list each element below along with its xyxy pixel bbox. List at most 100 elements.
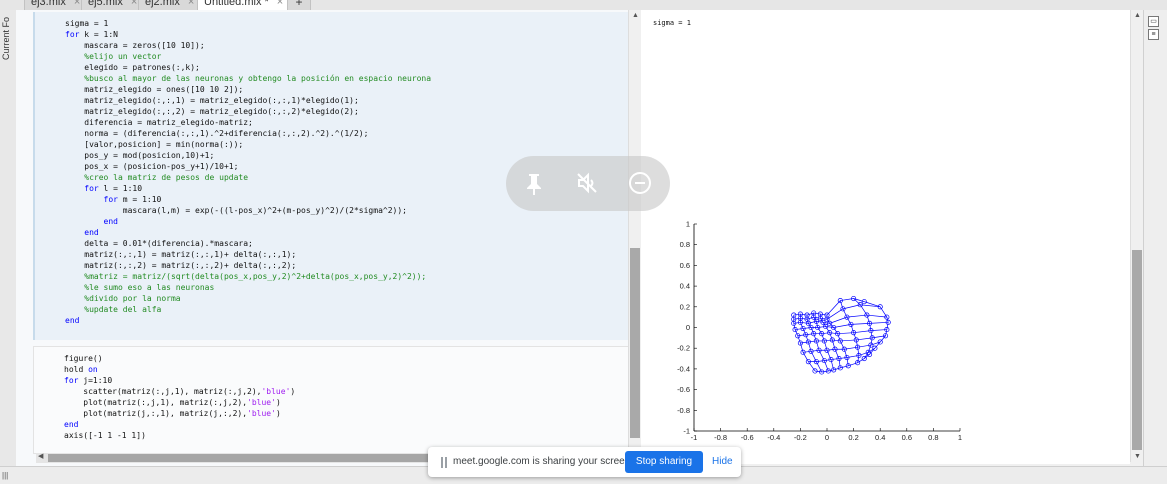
code-line[interactable]: for l = 1:10 (65, 183, 431, 194)
code-line[interactable]: for m = 1:10 (65, 194, 431, 205)
code-line[interactable]: plot(matriz(:,j,1), matriz(:,j,2),'blue'… (64, 397, 295, 408)
editor-vertical-scrollbar[interactable]: ▲ ▼ (628, 10, 641, 462)
code-line[interactable]: %le sumo eso a las neuronas (65, 282, 431, 293)
x-tick-label: -1 (691, 433, 698, 442)
code-block[interactable]: figure() hold on for j=1:10 scatter(matriz… (64, 353, 295, 441)
code-line[interactable]: for k = 1:N (65, 29, 431, 40)
current-folder-label: Current Fo (1, 16, 11, 60)
code-line[interactable]: matriz(:,:,1) = matriz(:,:,1)+ delta(:,:… (65, 249, 431, 260)
screen-share-bar: meet.google.com is sharing your screen. … (428, 447, 741, 477)
expand-icon[interactable]: ▭ (1148, 16, 1159, 27)
code-line[interactable]: matriz_elegido(:,:,1) = matriz_elegido(:… (65, 95, 431, 106)
series-line (797, 329, 887, 337)
remove-circle-icon[interactable] (626, 169, 654, 197)
x-tick-label: 0.4 (875, 433, 885, 442)
right-toolbar: ▭ ≡ (1143, 10, 1167, 466)
tab-label: ej3.mlx (31, 0, 66, 8)
tab-label: ej5.mlx (88, 0, 123, 8)
output-vertical-scrollbar[interactable]: ▲ ▼ (1130, 10, 1143, 462)
meet-floating-controls (506, 156, 670, 211)
share-message: meet.google.com is sharing your screen. (453, 456, 634, 467)
x-tick-label: 0 (825, 433, 829, 442)
code-line[interactable]: pos_y = mod(posicion,10)+1; (65, 150, 431, 161)
tab-untitled[interactable]: Untitled.mlx * × (197, 0, 291, 10)
output-panel: sigma = 1 -1 -0.8 -0.6 -0.4 -0.2 0 0.2 0.4 0.6 0.… (641, 10, 1130, 464)
scroll-thumb[interactable] (1132, 250, 1142, 450)
tab-label: Untitled.mlx * (204, 0, 269, 8)
code-line[interactable]: plot(matriz(j,:,1), matriz(j,:,2),'blue'… (64, 408, 295, 419)
code-line[interactable]: %creo la matriz de pesos de update (65, 172, 431, 183)
code-line[interactable]: [valor,posicion] = min(norma(:)); (65, 139, 431, 150)
scroll-up-icon[interactable]: ▲ (632, 12, 639, 19)
code-line[interactable]: %busco al mayor de las neuronas y obteng… (65, 73, 431, 84)
code-line[interactable]: mascara = zeros([10 10]); (65, 40, 431, 51)
close-icon[interactable]: × (188, 0, 194, 8)
y-tick-label: -0.8 (677, 406, 690, 415)
y-tick-label: 0.2 (680, 302, 690, 311)
code-line[interactable]: end (65, 315, 431, 326)
series-line (839, 300, 860, 363)
series-line (793, 315, 816, 372)
x-tick-label: -0.4 (767, 433, 780, 442)
code-line[interactable]: figure() (64, 353, 295, 364)
live-editor[interactable]: sigma = 1 for k = 1:N mascara = zeros([10… (16, 10, 641, 466)
status-indicator: ||| (2, 471, 9, 480)
scroll-left-icon[interactable]: ◀ (38, 452, 43, 460)
close-icon[interactable]: × (131, 0, 137, 8)
close-icon[interactable]: × (74, 0, 80, 8)
code-line[interactable]: end (65, 227, 431, 238)
x-tick-label: -0.8 (714, 433, 727, 442)
stop-sharing-button[interactable]: Stop sharing (625, 451, 703, 473)
tab-ej2[interactable]: ej2.mlx × (138, 0, 202, 10)
new-tab-button[interactable]: + (287, 0, 311, 10)
y-tick-label: -0.4 (677, 364, 690, 373)
x-tick-label: 0.8 (928, 433, 938, 442)
code-line[interactable]: %divido por la norma (65, 293, 431, 304)
code-cell-2[interactable]: figure() hold on for j=1:10 scatter(matriz… (33, 346, 633, 454)
code-block[interactable]: sigma = 1 for k = 1:N mascara = zeros([10… (65, 18, 431, 326)
speaker-muted-icon[interactable] (573, 169, 601, 197)
som-plot[interactable]: -1 -0.8 -0.6 -0.4 -0.2 0 0.2 0.4 0.6 0.8 1 -1 -0.8 -0… (641, 10, 1130, 464)
code-line[interactable]: mascara(l,m) = exp(-((l-pos_x)^2+(m-pos_… (65, 205, 431, 216)
y-tick-label: 0.4 (680, 282, 690, 291)
code-line[interactable]: diferencia = matriz_elegido-matriz; (65, 117, 431, 128)
code-line[interactable]: delta = 0.01*(diferencia).*mascara; (65, 238, 431, 249)
y-tick-label: -0.2 (677, 344, 690, 353)
code-line[interactable]: matriz_elegido(:,:,2) = matriz_elegido(:… (65, 106, 431, 117)
tab-ej5[interactable]: ej5.mlx × (81, 0, 145, 10)
tab-ej3[interactable]: ej3.mlx × (24, 0, 88, 10)
collapse-icon[interactable]: ≡ (1148, 29, 1159, 40)
y-tick-label: 0.6 (680, 261, 690, 270)
code-line[interactable]: end (64, 419, 295, 430)
code-line[interactable]: %update del alfa (65, 304, 431, 315)
code-line[interactable]: norma = (diferencia(:,:,1).^2+diferencia… (65, 128, 431, 139)
pin-icon[interactable] (520, 169, 548, 197)
code-line[interactable]: pos_x = (posicion-pos_y+1)/10+1; (65, 161, 431, 172)
scroll-down-icon[interactable]: ▼ (1134, 453, 1141, 460)
y-tick-label: 0 (686, 323, 690, 332)
code-line[interactable]: for j=1:10 (64, 375, 295, 386)
x-tick-label: 1 (958, 433, 962, 442)
code-line[interactable]: matriz_elegido = ones([10 10 2]); (65, 84, 431, 95)
y-tick-label: 0.8 (680, 240, 690, 249)
scroll-up-icon[interactable]: ▲ (1134, 12, 1141, 19)
code-line[interactable]: elegido = patrones(:,k); (65, 62, 431, 73)
code-line[interactable]: axis([-1 1 -1 1]) (64, 430, 295, 441)
close-icon[interactable]: × (277, 0, 283, 8)
drag-handle-icon[interactable] (441, 457, 447, 468)
tab-label: ej2.mlx (145, 0, 180, 8)
code-line[interactable]: %matriz = matriz/(sqrt(delta(pos_x,pos_y… (65, 271, 431, 282)
code-line[interactable]: end (65, 216, 431, 227)
scroll-thumb[interactable] (630, 248, 640, 438)
editor-tab-bar: ej3.mlx × ej5.mlx × ej2.mlx × Untitled.mlx … (0, 0, 1167, 10)
code-line[interactable]: sigma = 1 (65, 18, 431, 29)
code-line[interactable]: matriz(:,:,2) = matriz(:,:,2)+ delta(:,:… (65, 260, 431, 271)
y-tick-label: 1 (686, 220, 690, 229)
code-line[interactable]: scatter(matriz(:,j,1), matriz(:,j,2),'bl… (64, 386, 295, 397)
code-line[interactable]: %elijo un vector (65, 51, 431, 62)
hide-button[interactable]: Hide (712, 456, 733, 467)
scroll-thumb[interactable] (48, 454, 453, 462)
y-tick-label: -0.6 (677, 385, 690, 394)
current-folder-panel[interactable]: Current Fo (0, 10, 17, 466)
code-line[interactable]: hold on (64, 364, 295, 375)
